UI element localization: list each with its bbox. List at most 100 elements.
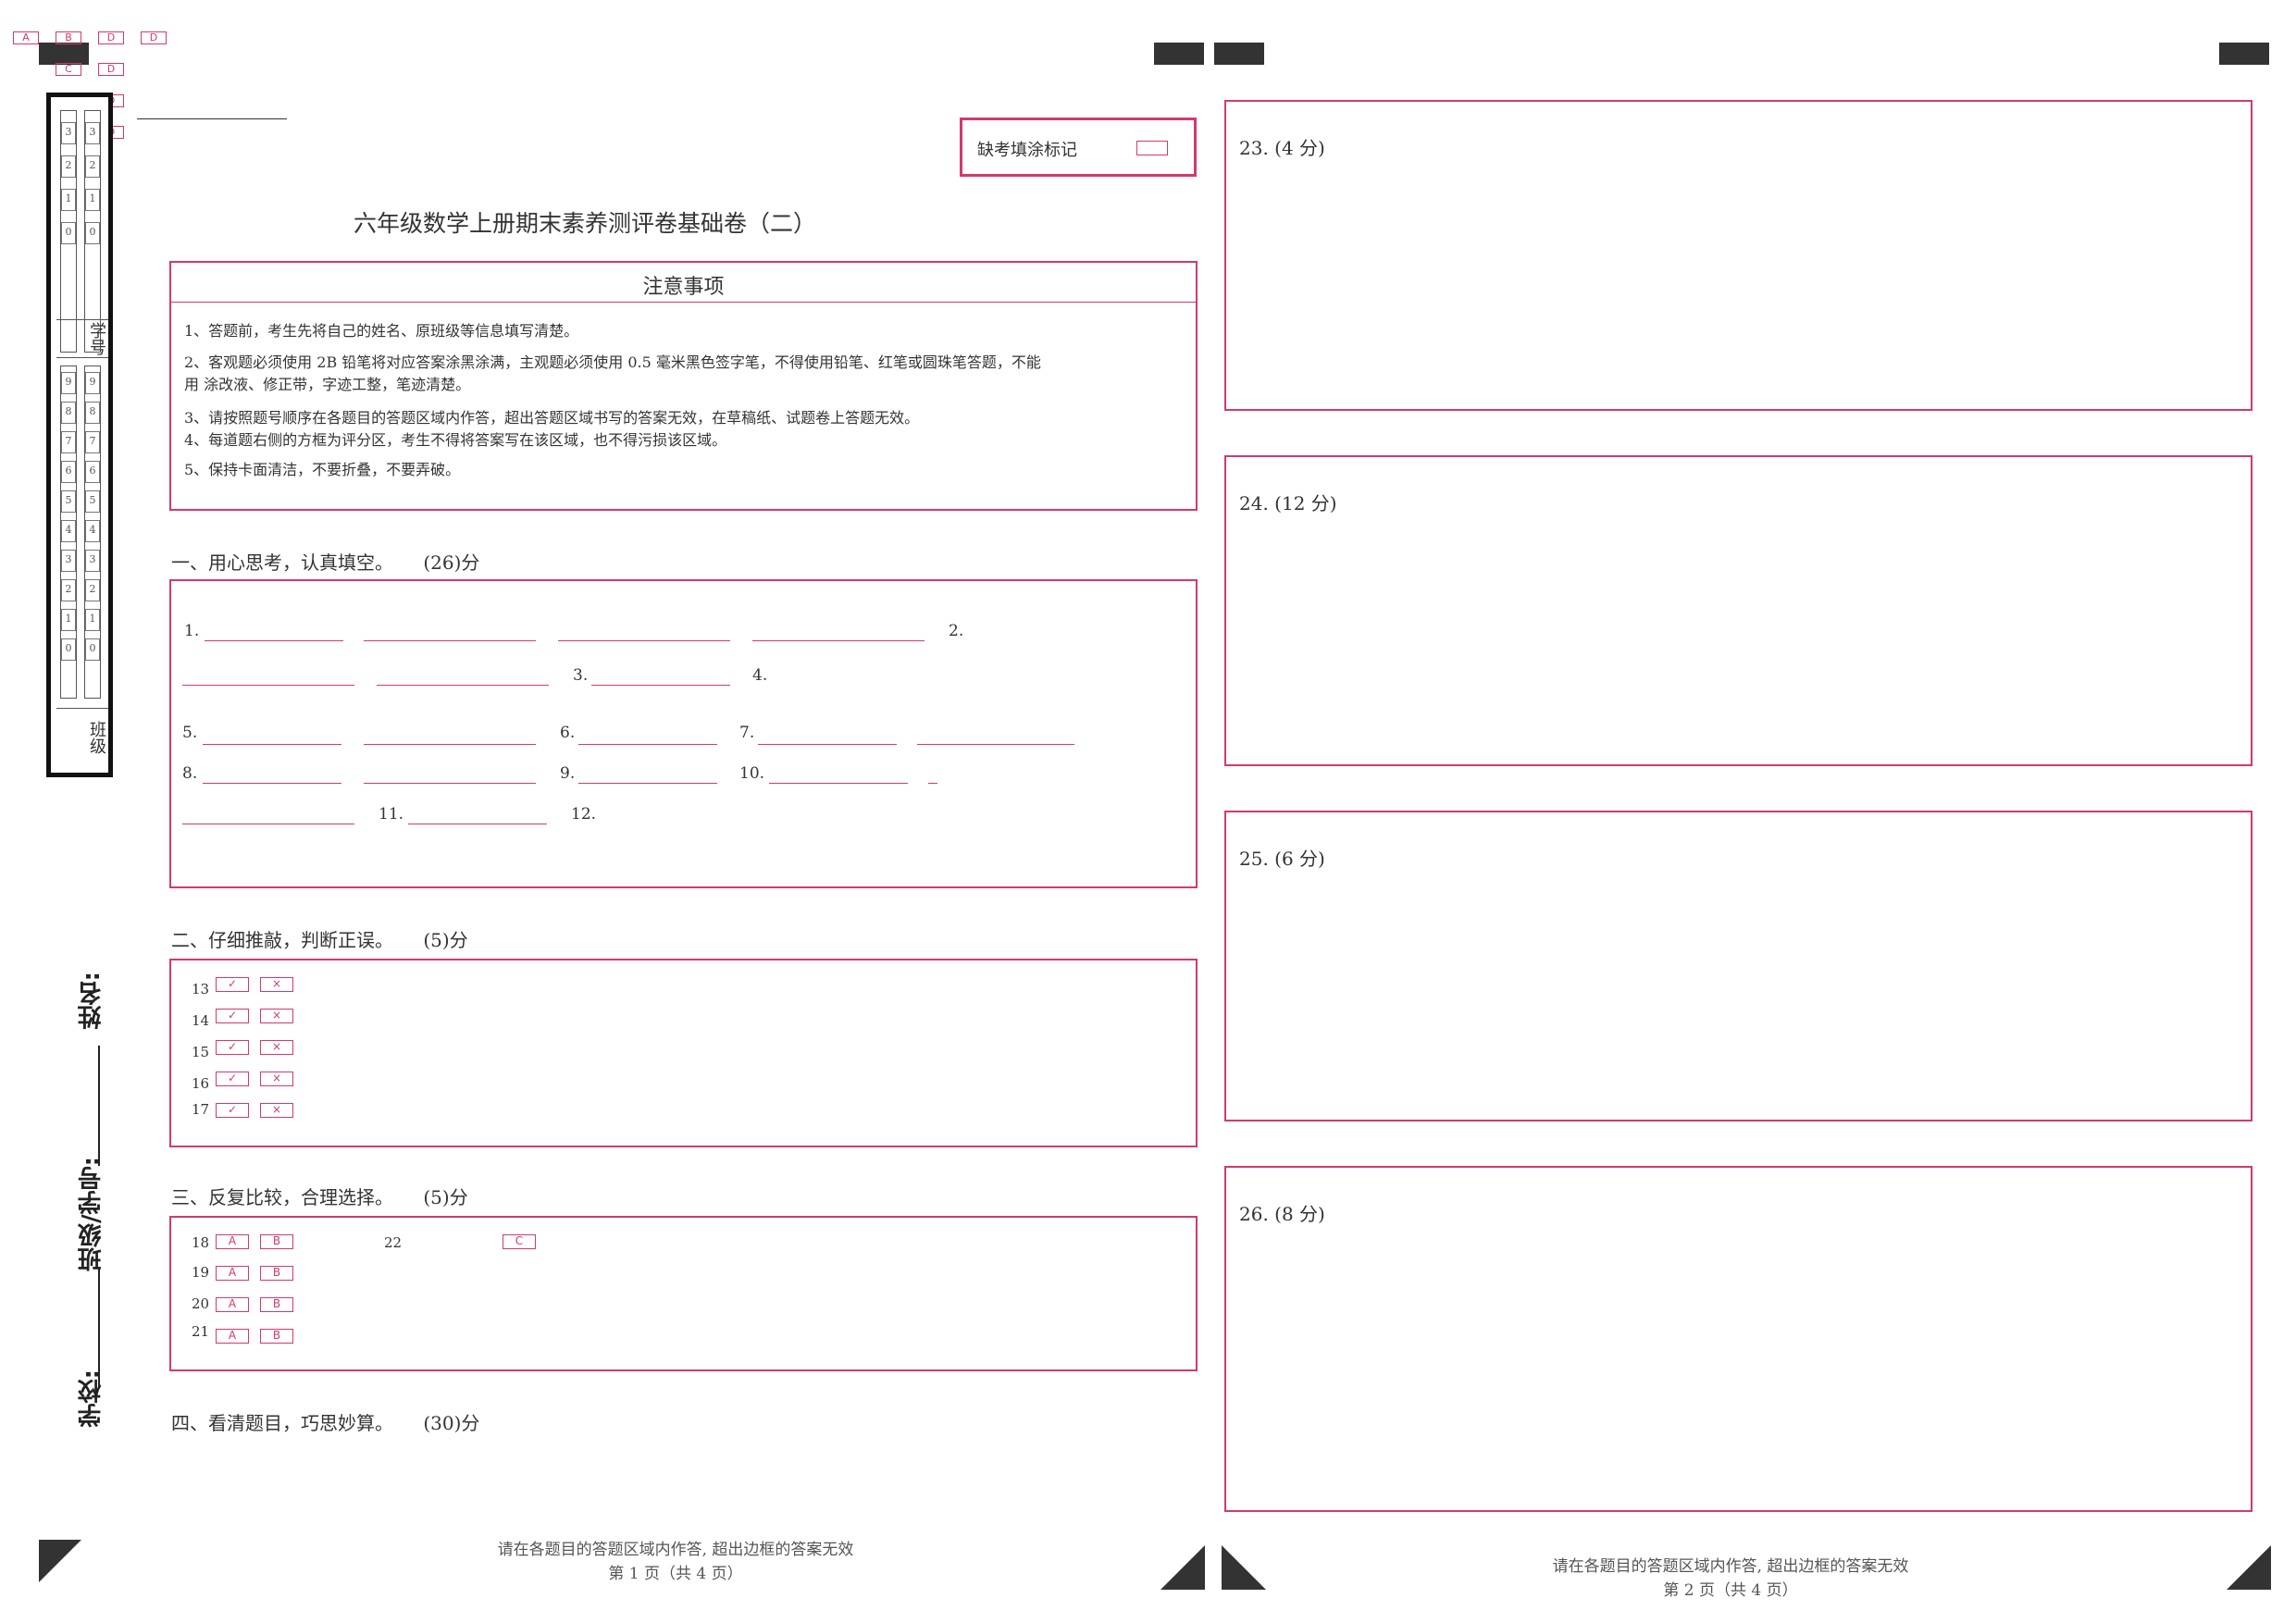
id-strip: 3210 3210 学号 9876543210 9876543210 班级 xyxy=(46,93,113,777)
answer-line[interactable] xyxy=(752,640,925,641)
judge-number: 16 xyxy=(192,1075,210,1092)
false-bubble[interactable]: × xyxy=(260,1072,293,1086)
q7-label: 7. xyxy=(739,724,755,742)
answer-line[interactable] xyxy=(205,640,343,641)
digit-bubble[interactable]: 0 xyxy=(61,638,76,661)
notice-item: 2、客观题必须使用 2B 铅笔将对应答案涂黑涂满，主观题必须使用 0.5 毫米黑… xyxy=(184,353,1041,371)
digit-bubble[interactable]: 1 xyxy=(85,189,100,211)
answer-line[interactable] xyxy=(558,640,730,641)
digit-column[interactable]: 9 8 7 6 5 4 3 2 1 0 xyxy=(60,365,77,699)
digit-column[interactable]: 3 2 1 0 xyxy=(84,110,101,353)
digit-bubble[interactable]: 2 xyxy=(85,155,100,178)
option-b-bubble[interactable]: B xyxy=(260,1297,293,1312)
option-a-bubble[interactable]: A xyxy=(216,1329,249,1344)
corner-bubble-d[interactable]: D xyxy=(141,31,167,44)
digit-bubble[interactable]: 1 xyxy=(61,189,76,211)
judge-box: 13 ✓ × 14 ✓ × 15 ✓ × 16 ✓ × 17 ✓ × xyxy=(169,959,1198,1147)
answer-line[interactable] xyxy=(917,744,1074,745)
digit-bubble[interactable]: 7 xyxy=(61,431,76,453)
fill-blank-box: 1. 2. 3. 4. 5. 6. 7. 8. 9. 10. 11. 12. xyxy=(169,579,1198,888)
header-line xyxy=(137,118,287,119)
digit-column[interactable]: 3 2 1 0 xyxy=(60,110,77,353)
answer-line[interactable] xyxy=(182,685,354,686)
false-bubble[interactable]: × xyxy=(260,1009,293,1023)
digit-bubble[interactable]: 0 xyxy=(61,222,76,244)
digit-bubble[interactable]: 3 xyxy=(85,122,100,144)
digit-bubble[interactable]: 6 xyxy=(85,461,100,483)
answer-line[interactable] xyxy=(769,783,908,784)
answer-line[interactable] xyxy=(203,744,341,745)
digit-bubble[interactable]: 9 xyxy=(85,372,100,394)
digit-bubble[interactable]: 1 xyxy=(85,609,100,631)
digit-bubble[interactable]: 2 xyxy=(61,579,76,601)
section-4-title: 四、看清题目，巧思妙算。 (30)分 xyxy=(171,1408,479,1435)
choice-number: 20 xyxy=(192,1295,210,1312)
answer-line[interactable] xyxy=(758,744,897,745)
answer-box-25[interactable]: 25. (6 分) xyxy=(1224,811,2253,1121)
answer-line[interactable] xyxy=(591,685,730,686)
answer-box-26[interactable]: 26. (8 分) xyxy=(1224,1166,2253,1512)
digit-bubble[interactable]: 0 xyxy=(85,222,100,244)
true-bubble[interactable]: ✓ xyxy=(216,1040,249,1055)
registration-mark xyxy=(1214,43,1264,65)
section-score: (26)分 xyxy=(423,551,480,574)
corner-bubble-d[interactable]: D xyxy=(98,63,124,76)
page-number: 第 1 页（共 4 页） xyxy=(608,1565,743,1583)
digit-bubble[interactable]: 2 xyxy=(61,155,76,178)
false-bubble[interactable]: × xyxy=(260,1103,293,1118)
absent-label: 缺考填涂标记 xyxy=(977,141,1077,160)
digit-bubble[interactable]: 1 xyxy=(61,609,76,631)
answer-line[interactable] xyxy=(578,783,717,784)
digit-bubble[interactable]: 3 xyxy=(85,550,100,572)
digit-bubble[interactable]: 0 xyxy=(85,638,100,661)
answer-line[interactable] xyxy=(364,783,536,784)
absent-mark-box: 缺考填涂标记 xyxy=(960,118,1197,177)
option-a-bubble[interactable]: A xyxy=(216,1297,249,1312)
digit-bubble[interactable]: 5 xyxy=(61,490,76,513)
notice-item: 4、每道题右侧的方框为评分区，考生不得将答案写在该区域，也不得污损该区域。 xyxy=(184,431,727,449)
digit-bubble[interactable]: 8 xyxy=(85,402,100,424)
true-bubble[interactable]: ✓ xyxy=(216,977,249,992)
digit-bubble[interactable]: 6 xyxy=(61,461,76,483)
digit-bubble[interactable]: 5 xyxy=(85,490,100,513)
corner-bubble-c[interactable]: C xyxy=(56,63,81,76)
absent-bubble[interactable] xyxy=(1136,141,1168,155)
corner-bubble-d[interactable]: D xyxy=(98,31,124,44)
section-title-text: 三、反复比较，合理选择。 xyxy=(171,1186,393,1208)
q11-label: 11. xyxy=(379,805,404,824)
option-a-bubble[interactable]: A xyxy=(216,1234,249,1249)
digit-column[interactable]: 9 8 7 6 5 4 3 2 1 0 xyxy=(84,365,101,699)
corner-bubble-a[interactable]: A xyxy=(13,31,39,44)
false-bubble[interactable]: × xyxy=(260,977,293,992)
digit-bubble[interactable]: 4 xyxy=(61,520,76,542)
answer-line[interactable] xyxy=(578,744,717,745)
answer-line[interactable] xyxy=(928,783,937,784)
answer-box-24[interactable]: 24. (12 分) xyxy=(1224,455,2253,766)
false-bubble[interactable]: × xyxy=(260,1040,293,1055)
true-bubble[interactable]: ✓ xyxy=(216,1009,249,1023)
option-a-bubble[interactable]: A xyxy=(216,1266,249,1281)
answer-box-23[interactable]: 23. (4 分) xyxy=(1224,100,2253,411)
digit-bubble[interactable]: 2 xyxy=(85,579,100,601)
true-bubble[interactable]: ✓ xyxy=(216,1072,249,1086)
digit-bubble[interactable]: 3 xyxy=(61,550,76,572)
answer-line[interactable] xyxy=(364,744,536,745)
section-3-title: 三、反复比较，合理选择。 (5)分 xyxy=(171,1183,468,1209)
digit-bubble[interactable]: 7 xyxy=(85,431,100,453)
notice-item: 用 涂改液、修正带，字迹工整，笔迹清楚。 xyxy=(184,376,471,393)
answer-line[interactable] xyxy=(203,783,341,784)
digit-bubble[interactable]: 9 xyxy=(61,372,76,394)
answer-line[interactable] xyxy=(377,685,549,686)
true-bubble[interactable]: ✓ xyxy=(216,1103,249,1118)
option-b-bubble[interactable]: B xyxy=(260,1266,293,1281)
option-b-bubble[interactable]: B xyxy=(260,1234,293,1249)
option-c-bubble[interactable]: C xyxy=(503,1234,536,1249)
corner-bubble-b[interactable]: B xyxy=(56,31,81,44)
page-title: 六年级数学上册期末素养测评卷基础卷（二） xyxy=(354,210,817,237)
digit-bubble[interactable]: 8 xyxy=(61,402,76,424)
digit-bubble[interactable]: 3 xyxy=(61,122,76,144)
digit-bubble[interactable]: 4 xyxy=(85,520,100,542)
name-line[interactable] xyxy=(98,1046,100,1166)
option-b-bubble[interactable]: B xyxy=(260,1329,293,1344)
answer-line[interactable] xyxy=(364,640,536,641)
